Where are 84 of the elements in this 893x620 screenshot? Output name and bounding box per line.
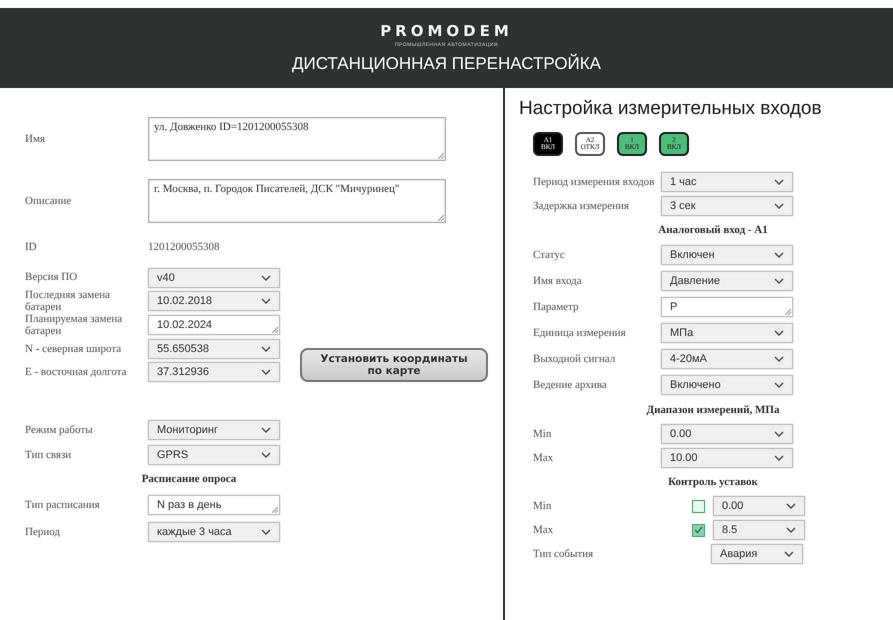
field-label: Параметр <box>533 300 580 314</box>
select-field[interactable]: 0.00 <box>713 496 805 516</box>
chevron-icon <box>774 179 784 185</box>
field-label: Ведение архива <box>533 378 608 392</box>
field-label: Тип связи <box>25 448 72 461</box>
field-label: Период <box>25 526 61 538</box>
resize-grip-icon <box>438 215 444 221</box>
select-field[interactable]: каждые 3 часа <box>148 522 280 542</box>
chevron-icon <box>774 278 784 284</box>
resize-grip-icon <box>785 309 791 315</box>
select-field[interactable]: Включен <box>661 245 793 265</box>
input-field[interactable]: 10.02.2024 <box>148 315 280 336</box>
field-label: Единица измерения <box>533 326 627 340</box>
select-field[interactable]: 1 час <box>661 172 793 192</box>
field-label: Период измерения входов <box>533 176 656 188</box>
set-coordinates-button[interactable]: Установить координаты по карте <box>300 348 488 382</box>
field-label: Имя <box>25 132 46 146</box>
field-label: Min <box>533 428 552 440</box>
select-field[interactable]: МПа <box>661 323 793 343</box>
field-label: Min <box>533 500 552 512</box>
panel-title: Настройка измерительных входов <box>519 98 823 120</box>
chevron-icon <box>774 356 784 362</box>
select-field[interactable]: v40 <box>148 268 280 288</box>
field-label: Последняя замена батареи <box>25 289 112 314</box>
select-field[interactable]: 37.312936 <box>148 362 280 382</box>
field-label: E - восточная долгота <box>25 366 128 378</box>
section-heading: Аналоговый вход - A1 <box>658 224 768 236</box>
select-field[interactable]: 3 сек <box>661 196 793 216</box>
chevron-icon <box>786 527 796 533</box>
select-field[interactable]: 4-20мА <box>661 349 793 369</box>
field-label: Имя входа <box>533 274 583 288</box>
select-field[interactable]: 8.5 <box>713 520 805 540</box>
field-label: Версия ПО <box>25 271 78 284</box>
field-label: Выходной сигнал <box>533 352 616 366</box>
select-field[interactable]: Авария <box>711 544 803 564</box>
chevron-icon <box>774 330 784 336</box>
checkbox[interactable] <box>692 524 705 536</box>
chevron-icon <box>261 452 271 458</box>
input-field[interactable]: P <box>661 297 793 317</box>
name-field[interactable]: ул. Довженко ID=1201200055308 <box>148 117 446 161</box>
chevron-icon <box>261 426 271 433</box>
resize-grip-icon <box>272 506 278 513</box>
logo: PROMODEM <box>380 22 513 40</box>
checkbox[interactable] <box>692 500 705 512</box>
select-field[interactable]: Давление <box>661 271 793 291</box>
field-label: Тип события <box>533 548 594 560</box>
chevron-icon <box>774 431 784 437</box>
input-field[interactable]: N раз в день <box>148 494 280 515</box>
field-label: ID <box>25 240 38 254</box>
resize-grip-icon <box>272 327 278 334</box>
resize-grip-icon <box>438 153 444 159</box>
select-field[interactable]: 55.650538 <box>148 338 280 359</box>
select-field[interactable]: 10.00 <box>661 448 793 468</box>
field-label: Max <box>533 524 554 536</box>
chevron-icon <box>786 503 796 509</box>
section-heading: Расписание опроса <box>142 473 236 486</box>
field-label: Тип расписания <box>25 498 101 511</box>
select-field[interactable]: Мониторинг <box>148 420 280 440</box>
chevron-icon <box>261 528 271 535</box>
field-label: Планируемая замена батареи <box>25 313 124 338</box>
chevron-icon <box>261 298 271 304</box>
select-field[interactable]: GPRS <box>148 444 280 465</box>
field-label: Задержка измерения <box>533 200 630 212</box>
chevron-icon <box>261 368 271 375</box>
select-field[interactable]: Включено <box>661 375 793 395</box>
chevron-icon <box>784 551 794 557</box>
field-label: Статус <box>533 248 566 262</box>
chevron-icon <box>774 203 784 209</box>
page-title: ДИСТАНЦИОННАЯ ПЕРЕНАСТРОЙКА <box>292 54 601 74</box>
chevron-icon <box>774 382 784 388</box>
chevron-icon <box>261 346 271 352</box>
section-heading: Диапазон измерений, МПа <box>646 404 780 416</box>
field-label: Режим работы <box>25 424 94 436</box>
id-value: 1201200055308 <box>148 241 220 253</box>
select-field[interactable]: 0.00 <box>661 424 793 444</box>
field-label: N - северная широта <box>25 342 122 355</box>
section-heading: Контроль уставок <box>668 476 758 488</box>
field-label: Max <box>533 452 554 464</box>
chevron-icon <box>261 274 271 280</box>
chevron-icon <box>774 252 784 258</box>
chevron-icon <box>774 455 784 461</box>
field-label: Описание <box>25 194 72 208</box>
description-field[interactable]: г. Москва, п. Городок Писателей, ДСК "Мичуринец" <box>148 179 446 223</box>
select-field[interactable]: 10.02.2018 <box>148 291 280 312</box>
